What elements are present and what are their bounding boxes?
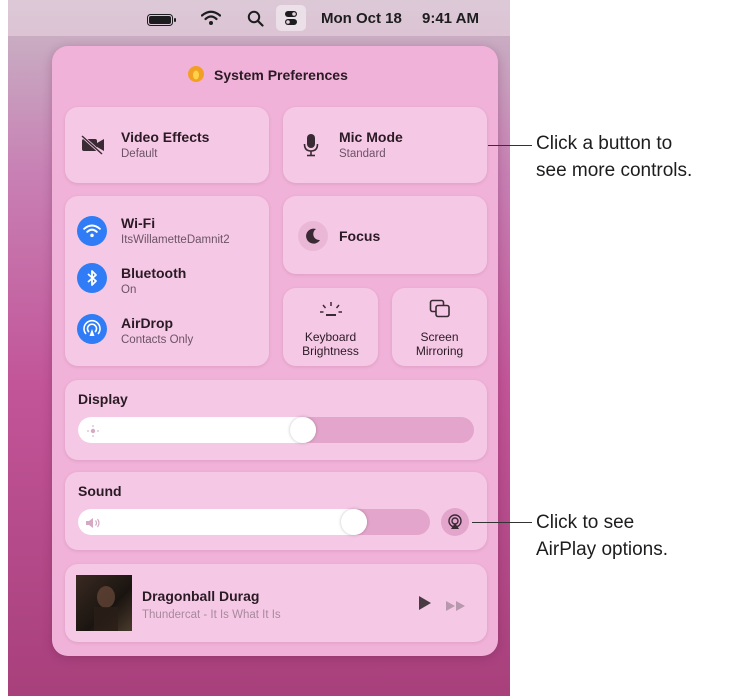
forward-icon[interactable] <box>445 598 467 616</box>
callout-line-airplay <box>472 522 532 523</box>
display-module: Display <box>65 380 487 460</box>
video-effects-value: Default <box>121 148 158 160</box>
airdrop-toggle[interactable]: AirDrop Contacts Only <box>65 306 269 352</box>
video-off-icon <box>80 134 106 160</box>
display-brightness-slider[interactable] <box>78 417 474 443</box>
battery-icon[interactable] <box>147 13 176 26</box>
volume-slider-fill <box>78 509 367 535</box>
track-artist: Thundercat - It Is What It Is <box>142 609 281 621</box>
screen-mirroring-icon <box>429 299 451 324</box>
sun-icon <box>87 424 99 442</box>
microphone-icon <box>303 133 319 162</box>
airdrop-label: AirDrop <box>121 315 174 331</box>
airdrop-icon <box>77 314 107 344</box>
moon-icon <box>298 221 328 251</box>
volume-slider-knob[interactable] <box>341 509 367 535</box>
album-art[interactable] <box>76 575 132 631</box>
video-effects-label: Video Effects <box>121 129 210 145</box>
screen-mirroring-label-2: Mirroring <box>415 344 464 358</box>
video-effects-button[interactable]: Video Effects Default <box>65 107 269 183</box>
track-title: Dragonball Durag <box>142 588 260 604</box>
mic-mode-value: Standard <box>339 148 386 160</box>
keyboard-brightness-label-2: Brightness <box>302 344 359 358</box>
sound-module: Sound <box>65 472 487 550</box>
keyboard-brightness-icon <box>319 300 343 323</box>
callout-airplay-line-2: AirPlay options. <box>536 539 669 560</box>
display-label: Display <box>78 391 128 407</box>
menu-bar: Mon Oct 18 9:41 AM <box>8 0 510 36</box>
wifi-label: Wi-Fi <box>121 215 156 231</box>
menubar-time[interactable]: 9:41 AM <box>422 10 479 27</box>
callout-airplay-line-1: Click to see <box>536 512 635 533</box>
focus-label: Focus <box>339 228 381 244</box>
callout-buttons-line-1: Click a button to <box>536 133 673 154</box>
mic-mode-label: Mic Mode <box>339 129 403 145</box>
now-playing-module: Dragonball Durag Thundercat - It Is What… <box>65 564 487 642</box>
display-slider-knob[interactable] <box>290 417 316 443</box>
menubar-date[interactable]: Mon Oct 18 <box>321 10 402 27</box>
bluetooth-icon <box>77 263 107 293</box>
airplay-icon <box>447 514 463 535</box>
keyboard-brightness-label-1: Keyboard <box>304 330 357 344</box>
wifi-icon[interactable] <box>200 10 222 31</box>
sound-label: Sound <box>78 483 122 499</box>
search-icon[interactable] <box>247 10 264 32</box>
mic-mode-button[interactable]: Mic Mode Standard <box>283 107 487 183</box>
screen-mirroring-button[interactable]: Screen Mirroring <box>392 288 487 366</box>
callout-buttons-line-2: see more controls. <box>536 160 693 181</box>
airplay-button[interactable] <box>441 508 469 536</box>
keyboard-brightness-button[interactable]: Keyboard Brightness <box>283 288 378 366</box>
wifi-network: ItsWillametteDamnit2 <box>121 234 230 246</box>
system-preferences-icon <box>188 66 204 82</box>
wifi-icon <box>77 216 107 246</box>
airdrop-status: Contacts Only <box>121 334 194 346</box>
panel-title: System Preferences <box>214 67 348 83</box>
control-center-icon[interactable] <box>276 5 306 31</box>
connectivity-group: Wi-Fi ItsWillametteDamnit2 Bluetooth On … <box>65 196 269 366</box>
speaker-icon <box>85 516 101 534</box>
display-slider-fill <box>78 417 316 443</box>
wifi-toggle[interactable]: Wi-Fi ItsWillametteDamnit2 <box>65 206 269 252</box>
screen-mirroring-label-1: Screen <box>420 330 459 344</box>
callout-line-buttons <box>488 145 532 146</box>
focus-button[interactable]: Focus <box>283 196 487 274</box>
play-icon[interactable] <box>418 596 432 615</box>
bluetooth-toggle[interactable]: Bluetooth On <box>65 256 269 302</box>
volume-slider[interactable] <box>78 509 430 535</box>
bluetooth-status: On <box>121 284 137 296</box>
bluetooth-label: Bluetooth <box>121 265 187 281</box>
